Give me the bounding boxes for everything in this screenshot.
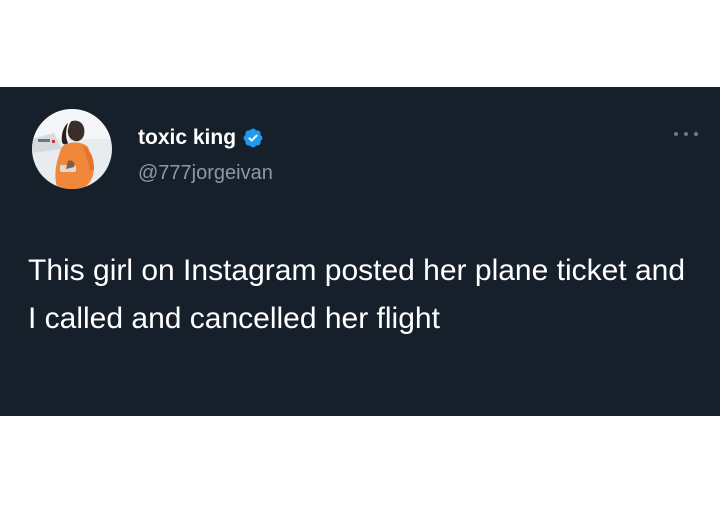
more-options-icon[interactable] [674, 127, 698, 141]
tweet-card: toxic king @777jorgeivan This girl on In… [0, 87, 720, 416]
author-name-row: toxic king [138, 124, 264, 152]
more-dot [674, 132, 678, 136]
tweet-text: This girl on Instagram posted her plane … [28, 254, 686, 335]
author-display-name[interactable]: toxic king [138, 124, 236, 152]
page: toxic king @777jorgeivan This girl on In… [0, 0, 720, 523]
verified-badge-icon [243, 128, 263, 148]
author-handle[interactable]: @777jorgeivan [138, 160, 273, 186]
avatar[interactable] [32, 109, 112, 189]
more-dot [694, 132, 698, 136]
more-dot [684, 132, 688, 136]
avatar-photo [32, 109, 112, 189]
